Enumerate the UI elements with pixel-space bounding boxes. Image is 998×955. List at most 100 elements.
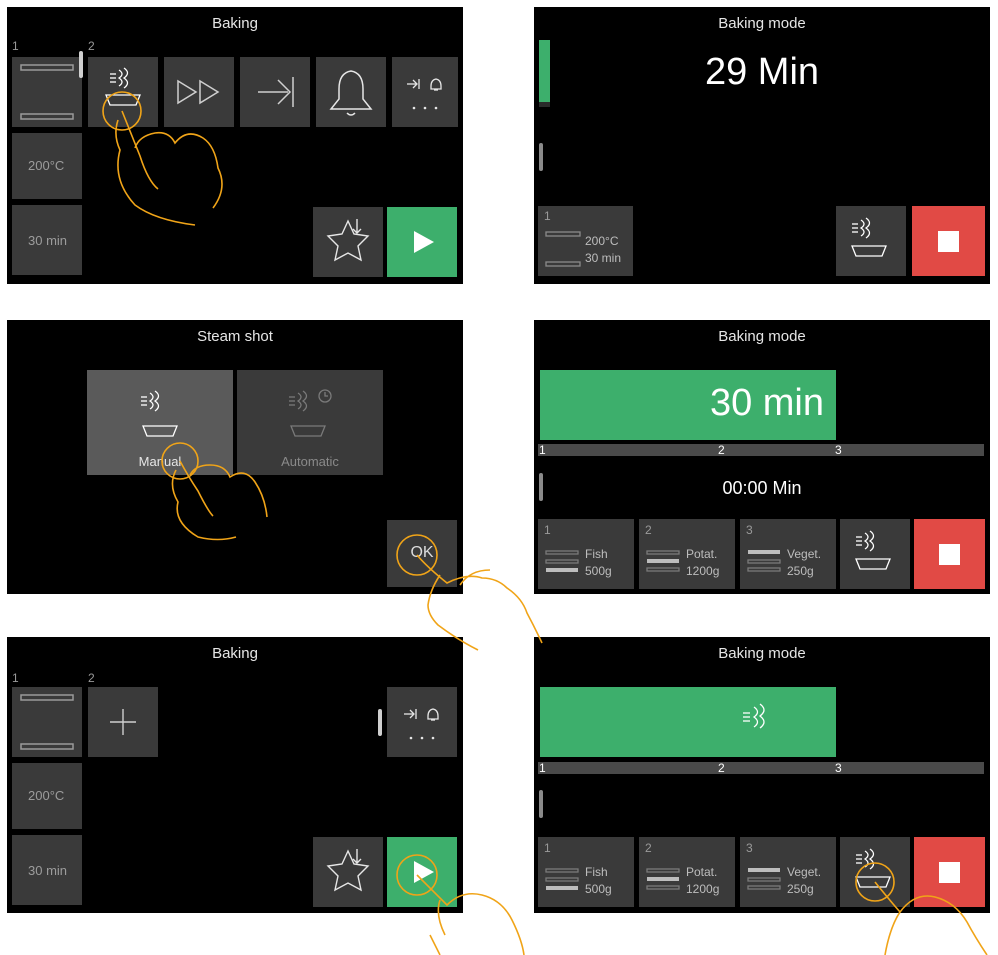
favorite-button[interactable] bbox=[313, 837, 383, 907]
more-options-icon bbox=[404, 708, 439, 740]
tray-food: Fish bbox=[585, 865, 608, 879]
timer-display: 29 Min bbox=[704, 51, 820, 93]
temperature-value: 200°C bbox=[28, 788, 65, 803]
alarm-button[interactable] bbox=[316, 57, 386, 127]
tray-card[interactable]: 1 Fish 500g bbox=[538, 519, 634, 589]
tray-number: 3 bbox=[746, 523, 753, 537]
tray-food: Potat. bbox=[686, 865, 718, 879]
tray-number: 1 bbox=[544, 209, 551, 223]
tray-card[interactable]: 2 Potat. 1200g bbox=[639, 837, 735, 907]
tray-card[interactable]: 3 Veget. 250g bbox=[740, 837, 836, 907]
steam-icon bbox=[105, 67, 141, 106]
timeline-marker-3: 3 bbox=[835, 443, 842, 457]
more-options-button[interactable] bbox=[392, 57, 458, 127]
start-button[interactable] bbox=[387, 207, 457, 277]
tray-weight: 500g bbox=[585, 882, 612, 896]
tray-icon bbox=[545, 231, 581, 267]
stop-button[interactable] bbox=[912, 206, 985, 276]
timeline-track bbox=[538, 762, 984, 774]
tray-card[interactable]: 1 Fish 500g bbox=[538, 837, 634, 907]
steam-icon bbox=[855, 530, 891, 570]
tray-timer-bar: 30 min bbox=[540, 370, 836, 440]
skip-to-end-button[interactable] bbox=[240, 57, 310, 127]
manual-label: Manual bbox=[138, 454, 182, 469]
tray-number: 2 bbox=[645, 841, 652, 855]
steam-shot-button[interactable] bbox=[840, 837, 910, 907]
duration-button[interactable]: 30 min bbox=[12, 835, 82, 905]
duration-button[interactable]: 30 min bbox=[12, 205, 82, 275]
fast-forward-icon bbox=[177, 79, 220, 105]
scroll-indicator[interactable] bbox=[539, 790, 543, 818]
bell-icon bbox=[329, 70, 373, 116]
automatic-option[interactable]: Automatic bbox=[237, 370, 383, 475]
more-options-button[interactable] bbox=[387, 687, 457, 757]
timeline-marker-3: 3 bbox=[835, 761, 842, 775]
screen-title: Baking bbox=[212, 15, 258, 32]
tray-level-icon bbox=[545, 868, 579, 890]
screen-title: Steam shot bbox=[197, 328, 273, 345]
steam-shot-button[interactable] bbox=[836, 206, 906, 276]
ok-label: OK bbox=[410, 544, 434, 561]
tray-food: Potat. bbox=[686, 547, 718, 561]
timeline-marker-2: 2 bbox=[718, 761, 725, 775]
scroll-indicator[interactable] bbox=[539, 143, 543, 171]
timer-value: 30 min bbox=[709, 382, 824, 424]
timeline-marker-1: 1 bbox=[539, 761, 546, 775]
tray-weight: 1200g bbox=[686, 882, 720, 896]
tray-level-icon bbox=[646, 868, 680, 890]
stop-button[interactable] bbox=[914, 519, 985, 589]
tray-number: 3 bbox=[746, 841, 753, 855]
tray-number-2: 2 bbox=[88, 39, 95, 53]
play-icon bbox=[414, 231, 434, 253]
tray-food: Veget. bbox=[787, 865, 822, 879]
timeline-marker-2: 2 bbox=[718, 443, 725, 457]
steam-shot-button[interactable] bbox=[840, 519, 910, 589]
plus-icon bbox=[110, 709, 136, 735]
scroll-indicator[interactable] bbox=[79, 51, 83, 78]
tray-weight: 1200g bbox=[686, 564, 720, 578]
tray-info-card[interactable]: 1 200°C 30 min bbox=[538, 206, 633, 276]
duration-value: 30 min bbox=[28, 863, 68, 878]
tray-level-icon bbox=[747, 868, 781, 890]
tray-temperature: 200°C bbox=[585, 234, 619, 248]
tray-number: 1 bbox=[544, 841, 551, 855]
more-options-icon bbox=[407, 78, 442, 110]
tray-card[interactable]: 3 Veget. 250g bbox=[740, 519, 836, 589]
tray-icon bbox=[20, 694, 74, 750]
play-icon bbox=[414, 861, 434, 883]
star-download-icon bbox=[326, 219, 370, 262]
temperature-button[interactable]: 200°C bbox=[12, 763, 82, 829]
baking-screen: Baking 1 2 200°C 30 min bbox=[7, 7, 463, 284]
stop-button[interactable] bbox=[914, 837, 985, 907]
ok-button[interactable]: OK bbox=[387, 520, 457, 587]
screen-title: Baking mode bbox=[718, 328, 806, 345]
elapsed-time: 00:00 Min bbox=[722, 478, 802, 498]
stop-icon bbox=[939, 862, 960, 883]
stop-icon bbox=[938, 231, 959, 252]
steam-shot-screen: Steam shot Manual Automatic OK bbox=[7, 320, 463, 594]
fast-forward-button[interactable] bbox=[164, 57, 234, 127]
tray-selector[interactable] bbox=[12, 687, 82, 757]
tray-level-icon bbox=[545, 550, 579, 572]
favorite-button[interactable] bbox=[313, 207, 383, 277]
scroll-indicator[interactable] bbox=[378, 709, 382, 736]
temperature-button[interactable]: 200°C bbox=[12, 133, 82, 199]
baking-mode-multi-screen: Baking mode 30 min 1 2 3 00:00 Min 1 Fis… bbox=[534, 320, 990, 594]
tray-food: Veget. bbox=[787, 547, 822, 561]
steam-icon bbox=[743, 703, 765, 729]
steam-icon bbox=[855, 848, 891, 888]
start-button[interactable] bbox=[387, 837, 457, 907]
tray-selector[interactable] bbox=[12, 57, 82, 127]
tray-food: Fish bbox=[585, 547, 608, 561]
add-tray-button[interactable] bbox=[88, 687, 158, 757]
tray-level-icon bbox=[646, 550, 680, 572]
manual-option[interactable]: Manual bbox=[87, 370, 233, 475]
screen-title: Baking mode bbox=[718, 645, 806, 662]
tray-weight: 250g bbox=[787, 564, 814, 578]
temperature-value: 200°C bbox=[28, 158, 65, 173]
steam-shot-button[interactable] bbox=[88, 57, 158, 127]
tray-card[interactable]: 2 Potat. 1200g bbox=[639, 519, 735, 589]
baking-screen-alt: Baking 1 2 200°C 30 min bbox=[7, 637, 463, 913]
steam-icon bbox=[851, 217, 887, 257]
tray-number: 1 bbox=[544, 523, 551, 537]
